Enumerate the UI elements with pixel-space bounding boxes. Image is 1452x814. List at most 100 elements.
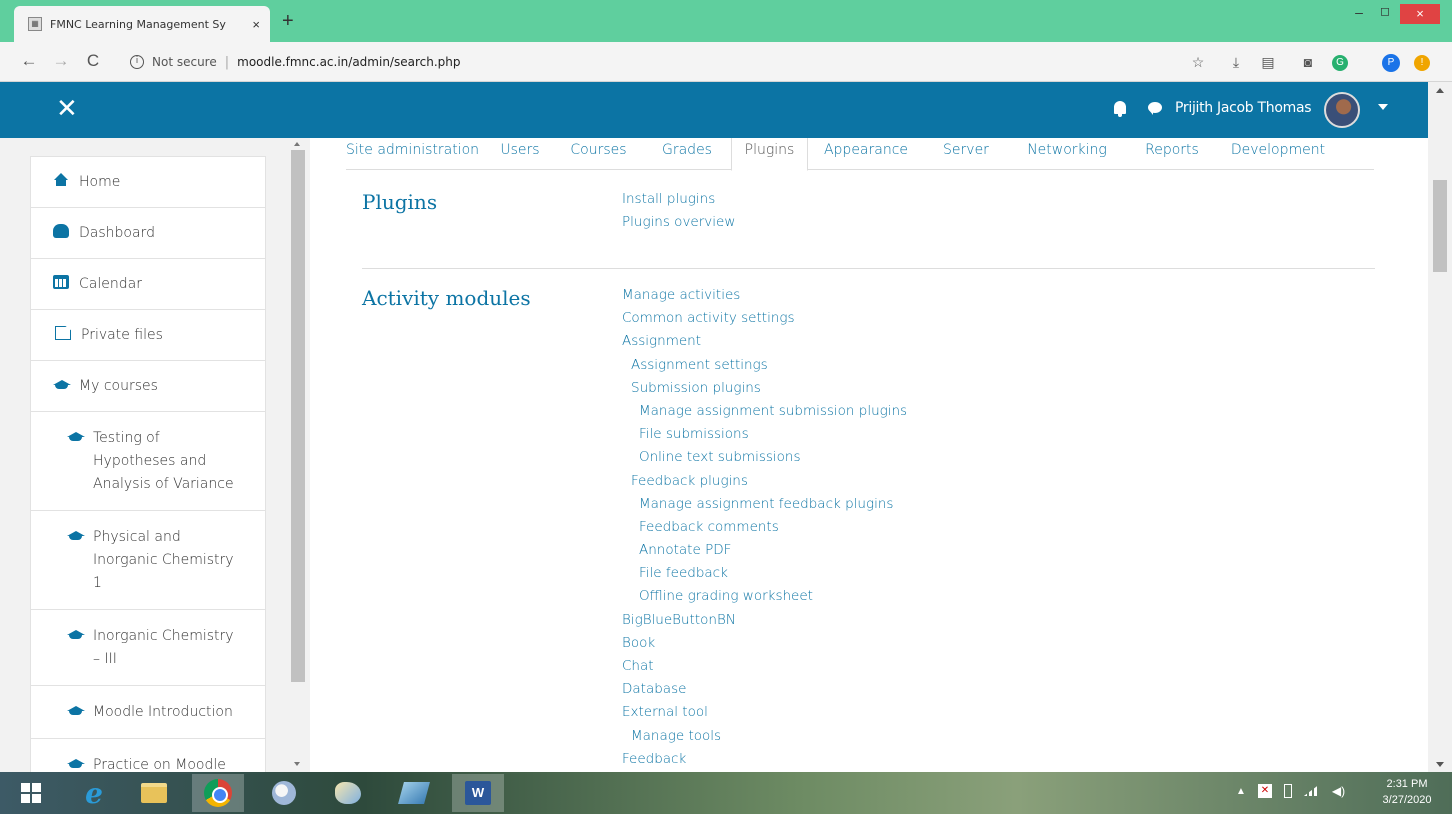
taskbar-ie[interactable]: e	[68, 774, 120, 812]
tab-plugins[interactable]: Plugins	[731, 138, 808, 171]
sidebar-item-my-courses[interactable]: My courses	[31, 361, 265, 412]
admin-link[interactable]: Manage activities	[622, 286, 1322, 309]
course-label: Physical and Inorganic Chemistry 1	[93, 529, 234, 591]
screen: ▦ FMNC Learning Management Sy × + – ◻ × …	[0, 0, 1452, 814]
admin-link[interactable]: BigBlueButtonBN	[622, 611, 1322, 634]
back-button[interactable]: ←	[18, 51, 40, 71]
profile-extension-icon[interactable]: P	[1382, 54, 1400, 72]
avatar[interactable]	[1324, 92, 1360, 128]
drawer-scrollbar[interactable]	[290, 138, 306, 772]
admin-link[interactable]: Manage tools	[622, 727, 1322, 750]
close-drawer-icon[interactable]: ✕	[56, 96, 78, 122]
home-icon	[53, 173, 69, 187]
admin-link[interactable]: Manage assignment submission plugins	[622, 402, 1322, 425]
admin-link[interactable]: Assignment settings	[622, 356, 1322, 379]
battery-icon[interactable]	[1283, 784, 1292, 798]
scroll-down-arrow-icon[interactable]	[1436, 762, 1444, 767]
sidebar-course-item[interactable]: Inorganic Chemistry – III	[31, 610, 265, 686]
tab-reports[interactable]: Reports	[1126, 138, 1218, 170]
page-scroll-thumb[interactable]	[1433, 180, 1447, 272]
tab-close-icon[interactable]: ×	[252, 17, 260, 32]
book-icon	[398, 782, 430, 804]
admin-link[interactable]: Feedback comments	[622, 518, 1322, 541]
taskbar-app-book[interactable]	[388, 774, 440, 812]
pocket-extension-icon[interactable]: ◙	[1298, 54, 1318, 70]
clock-time: 2:31 PM	[1386, 778, 1428, 790]
scroll-up-arrow-icon[interactable]	[1436, 88, 1444, 93]
grammarly-extension-icon[interactable]: G	[1332, 55, 1348, 71]
admin-link[interactable]: Chat	[622, 657, 1322, 680]
admin-link[interactable]: Submission plugins	[622, 379, 1322, 402]
admin-link[interactable]: Feedback	[622, 750, 1322, 772]
url-text[interactable]: moodle.fmnc.ac.in/admin/search.php	[237, 55, 460, 69]
taskbar-app-palette[interactable]	[322, 774, 374, 812]
sidebar-item-home[interactable]: Home	[31, 157, 265, 208]
drawer-scroll-up-icon[interactable]	[294, 142, 300, 146]
window-close-button[interactable]: ×	[1400, 4, 1440, 24]
tab-development[interactable]: Development	[1218, 138, 1338, 170]
sidebar-course-item[interactable]: Moodle Introduction	[31, 686, 265, 739]
info-icon[interactable]: i	[130, 55, 144, 69]
admin-link[interactable]: Manage assignment feedback plugins	[622, 495, 1322, 518]
alert-extension-icon[interactable]: !	[1414, 55, 1430, 71]
new-tab-button[interactable]: +	[282, 10, 294, 32]
download-icon[interactable]: ⤓	[1226, 54, 1246, 71]
tab-users[interactable]: Users	[486, 138, 554, 170]
chrome-icon	[204, 779, 232, 807]
site-favicon-icon: ▦	[28, 17, 42, 31]
admin-link[interactable]: Assignment	[622, 332, 1322, 355]
sidebar-course-item[interactable]: Physical and Inorganic Chemistry 1	[31, 511, 265, 610]
section-title-activity-modules: Activity modules	[362, 286, 531, 310]
admin-link[interactable]: Book	[622, 634, 1322, 657]
tab-site-administration[interactable]: Site administration	[346, 138, 486, 170]
action-center-flag-icon[interactable]: ✕	[1257, 784, 1272, 798]
admin-link[interactable]: Online text submissions	[622, 448, 1322, 471]
admin-link[interactable]: File submissions	[622, 425, 1322, 448]
window-minimize-button[interactable]: –	[1346, 4, 1372, 24]
drawer-scroll-down-icon[interactable]	[294, 762, 300, 766]
admin-link[interactable]: Feedback plugins	[622, 472, 1322, 495]
sidebar-item-dashboard[interactable]: Dashboard	[31, 208, 265, 259]
taskbar-file-explorer[interactable]	[128, 774, 180, 812]
nav-drawer: Home Dashboard Calendar Private files My cou…	[0, 138, 310, 772]
tray-expand-icon[interactable]: ▲	[1236, 786, 1246, 798]
user-name[interactable]: Prijith Jacob Thomas	[1175, 100, 1312, 116]
browser-tab[interactable]: ▦ FMNC Learning Management Sy ×	[14, 6, 270, 42]
admin-link[interactable]: File feedback	[622, 564, 1322, 587]
admin-link[interactable]: Database	[622, 680, 1322, 703]
tab-appearance[interactable]: Appearance	[808, 138, 924, 170]
tab-server[interactable]: Server	[924, 138, 1008, 170]
admin-link[interactable]: Common activity settings	[622, 309, 1322, 332]
tab-grades[interactable]: Grades	[643, 138, 731, 170]
volume-icon[interactable]: ◀)	[1332, 784, 1345, 798]
user-menu-caret-icon[interactable]	[1378, 104, 1388, 110]
reload-button[interactable]: C	[82, 51, 104, 71]
network-signal-icon[interactable]	[1303, 784, 1320, 796]
taskbar-word[interactable]: W	[452, 774, 504, 812]
sidebar-course-item[interactable]: Practice on Moodle	[31, 739, 265, 772]
forward-button[interactable]: →	[50, 51, 72, 71]
bookmark-star-icon[interactable]: ☆	[1188, 54, 1208, 71]
taskbar-clock[interactable]: 2:31 PM 3/27/2020	[1372, 776, 1442, 808]
security-label: Not secure	[152, 55, 217, 69]
admin-link[interactable]: External tool	[622, 703, 1322, 726]
taskbar-app-paint[interactable]	[258, 774, 310, 812]
admin-link[interactable]: Offline grading worksheet	[622, 587, 1322, 610]
page-scrollbar[interactable]	[1428, 82, 1452, 772]
address-bar[interactable]: i Not secure | moodle.fmnc.ac.in/admin/s…	[118, 48, 1178, 76]
admin-link[interactable]: Plugins overview	[622, 213, 1322, 236]
sidebar-item-private-files[interactable]: Private files	[31, 310, 265, 361]
admin-link[interactable]: Annotate PDF	[622, 541, 1322, 564]
taskbar-chrome[interactable]	[192, 774, 244, 812]
messages-icon[interactable]	[1148, 102, 1162, 115]
drawer-scroll-thumb[interactable]	[291, 150, 305, 682]
admin-link[interactable]: Install plugins	[622, 190, 1322, 213]
start-button[interactable]	[6, 774, 56, 812]
tab-networking[interactable]: Networking	[1008, 138, 1126, 170]
sidebar-item-calendar[interactable]: Calendar	[31, 259, 265, 310]
document-extension-icon[interactable]: ▤	[1258, 54, 1278, 71]
sidebar-course-item[interactable]: Testing of Hypotheses and Analysis of Va…	[31, 412, 265, 511]
window-maximize-button[interactable]: ◻	[1372, 4, 1398, 24]
tab-courses[interactable]: Courses	[554, 138, 643, 170]
notification-bell-icon[interactable]	[1114, 101, 1126, 117]
